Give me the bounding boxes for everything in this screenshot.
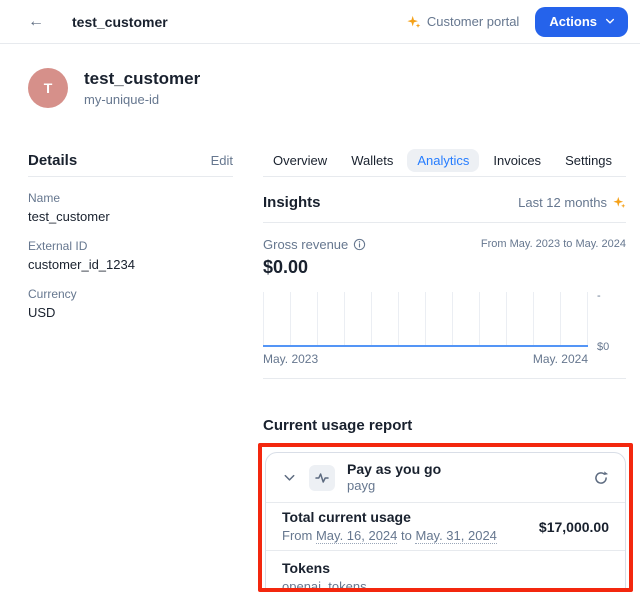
detail-field-name: Name test_customer xyxy=(28,191,233,225)
gross-revenue-header: Gross revenue From May. 2023 to May. 202… xyxy=(263,237,626,252)
section-divider xyxy=(263,378,626,379)
total-usage-block: Total current usage From May. 16, 2024 t… xyxy=(282,509,497,544)
total-usage-value: $17,000.00 xyxy=(539,519,609,535)
date-range-selector[interactable]: Last 12 months xyxy=(518,195,626,210)
details-header: Details Edit xyxy=(28,144,233,177)
usage-card: Pay as you go payg Total current usage xyxy=(265,452,626,592)
field-label: Currency xyxy=(28,287,233,302)
actions-button[interactable]: Actions xyxy=(535,7,628,37)
details-title: Details xyxy=(28,152,77,169)
tab-overview[interactable]: Overview xyxy=(263,149,337,172)
usage-item-row: Tokens openai_tokens xyxy=(266,550,625,592)
main-content: Details Edit Name test_customer External… xyxy=(28,144,626,592)
field-value: customer_id_1234 xyxy=(28,256,233,273)
gross-revenue-label-row: Gross revenue xyxy=(263,237,366,252)
period-to-date[interactable]: May. 31, 2024 xyxy=(415,528,496,544)
usage-item-code: openai_tokens xyxy=(282,578,367,592)
y-tick-zero: $0 xyxy=(597,341,609,353)
x-tick-right: May. 2024 xyxy=(533,352,588,366)
gross-revenue-label: Gross revenue xyxy=(263,237,348,252)
back-arrow-icon[interactable]: ← xyxy=(28,14,44,30)
red-annotation-box: Pay as you go payg Total current usage xyxy=(258,443,633,592)
field-value: USD xyxy=(28,304,233,321)
collapse-chevron-icon[interactable] xyxy=(282,470,297,485)
sparkle-icon xyxy=(407,15,421,29)
usage-item-name: Tokens xyxy=(282,560,367,577)
field-label: Name xyxy=(28,191,233,206)
customer-detail-panel: Overview Wallets Analytics Invoices Sett… xyxy=(263,144,626,592)
total-usage-period: From May. 16, 2024 to May. 31, 2024 xyxy=(282,527,497,544)
chart-plot-row: - $0 xyxy=(263,292,626,347)
chevron-down-icon xyxy=(604,15,616,27)
gross-revenue-chart: - $0 May. 2023 May. 2024 xyxy=(263,292,626,366)
chart-x-axis: May. 2023 May. 2024 xyxy=(263,352,588,366)
total-usage-row: Total current usage From May. 16, 2024 t… xyxy=(266,502,625,550)
total-usage-label: Total current usage xyxy=(282,509,497,526)
detail-field-currency: Currency USD xyxy=(28,287,233,321)
field-value: test_customer xyxy=(28,208,233,225)
customer-external-id: my-unique-id xyxy=(84,92,200,107)
sparkle-icon xyxy=(613,196,626,209)
x-tick-left: May. 2023 xyxy=(263,352,318,366)
tab-settings[interactable]: Settings xyxy=(555,149,622,172)
usage-card-header[interactable]: Pay as you go payg xyxy=(266,453,625,502)
actions-button-label: Actions xyxy=(549,14,597,29)
gross-revenue-value: $0.00 xyxy=(263,257,626,278)
page-title: test_customer xyxy=(72,14,168,30)
customer-portal-link[interactable]: Customer portal xyxy=(407,14,519,29)
top-bar: ← test_customer Customer portal Actions xyxy=(0,0,640,44)
plan-title-block: Pay as you go payg xyxy=(347,461,441,494)
refresh-icon[interactable] xyxy=(593,470,609,486)
info-icon[interactable] xyxy=(353,238,366,251)
period-word: From xyxy=(282,528,312,543)
plan-code: payg xyxy=(347,478,441,494)
tab-bar: Overview Wallets Analytics Invoices Sett… xyxy=(263,144,626,177)
tab-analytics[interactable]: Analytics xyxy=(407,149,479,172)
customer-portal-label: Customer portal xyxy=(427,14,519,29)
range-label: Last 12 months xyxy=(518,195,607,210)
period-from-date[interactable]: May. 16, 2024 xyxy=(316,528,397,544)
y-tick-top: - xyxy=(597,290,601,302)
insights-title: Insights xyxy=(263,194,321,211)
plan-tile xyxy=(309,465,335,491)
period-caption: From May. 2023 to May. 2024 xyxy=(481,237,626,250)
period-word: to xyxy=(401,528,412,543)
pulse-activity-icon xyxy=(315,471,329,485)
topbar-actions: Customer portal Actions xyxy=(407,7,628,37)
edit-button[interactable]: Edit xyxy=(211,153,233,168)
customer-header: T test_customer my-unique-id xyxy=(28,68,612,108)
usage-item-block: Tokens openai_tokens xyxy=(282,560,367,592)
usage-report-title: Current usage report xyxy=(263,417,626,434)
customer-name: test_customer xyxy=(84,69,200,89)
plan-name: Pay as you go xyxy=(347,461,441,478)
customer-identity: test_customer my-unique-id xyxy=(84,69,200,107)
tab-invoices[interactable]: Invoices xyxy=(483,149,551,172)
field-label: External ID xyxy=(28,239,233,254)
insights-header: Insights Last 12 months xyxy=(263,194,626,223)
tab-wallets[interactable]: Wallets xyxy=(341,149,403,172)
chart-y-axis: - $0 xyxy=(588,292,626,347)
avatar: T xyxy=(28,68,68,108)
chart-plot-area xyxy=(263,292,588,347)
details-panel: Details Edit Name test_customer External… xyxy=(28,144,233,592)
detail-field-external-id: External ID customer_id_1234 xyxy=(28,239,233,273)
